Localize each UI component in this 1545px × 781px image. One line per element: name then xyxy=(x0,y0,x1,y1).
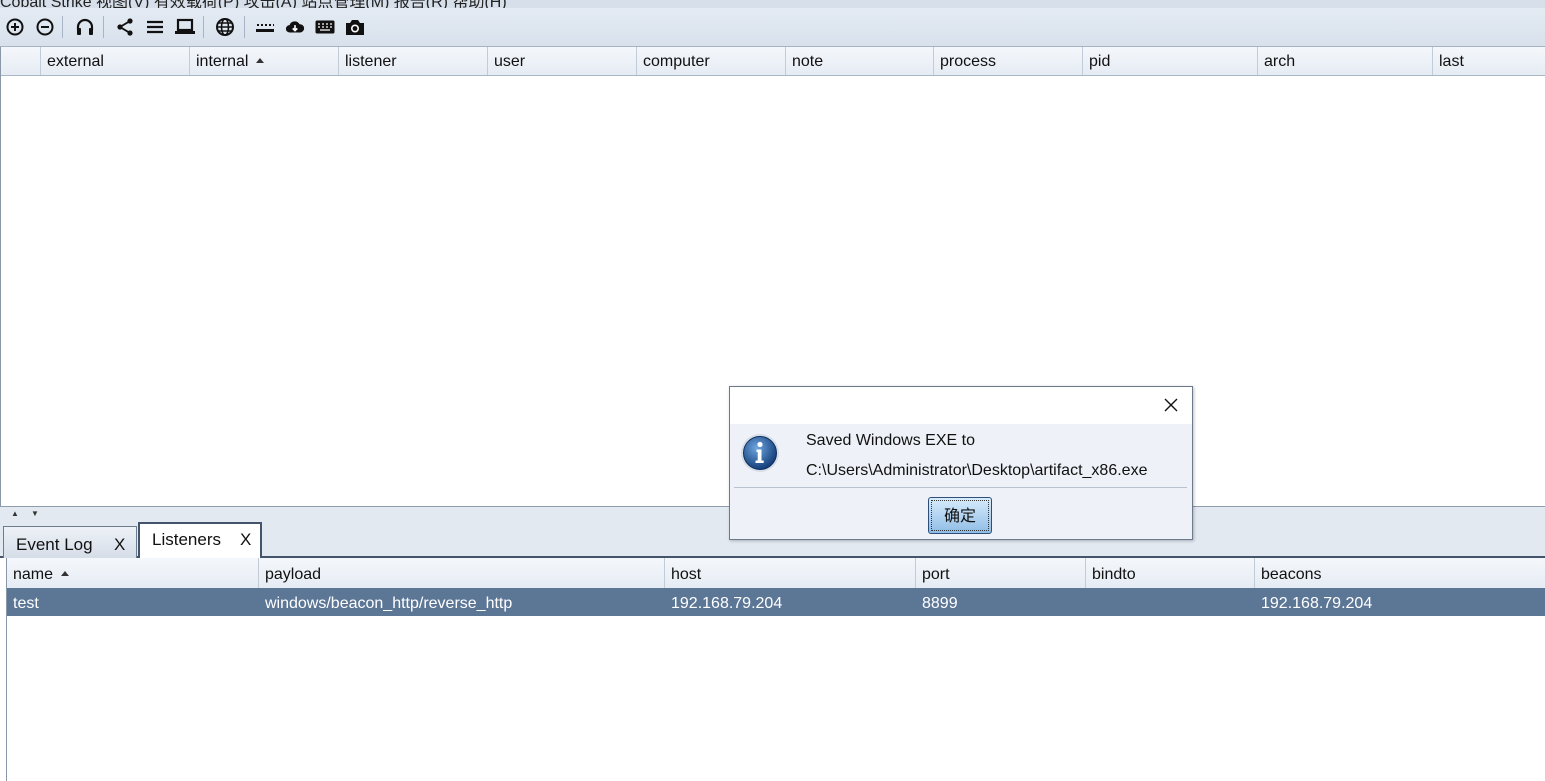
dialog-title-bar[interactable] xyxy=(730,387,1192,424)
plus-circle-icon[interactable] xyxy=(5,17,25,37)
column-header-process[interactable]: process xyxy=(934,47,1083,75)
cell-port: 8899 xyxy=(922,595,958,612)
column-header-label: pid xyxy=(1089,53,1111,70)
globe-icon[interactable] xyxy=(215,17,235,37)
column-header-internal[interactable]: internal xyxy=(190,47,339,75)
column-header-payload[interactable]: payload xyxy=(259,558,665,588)
close-icon[interactable] xyxy=(1162,396,1180,414)
column-header-name[interactable]: name xyxy=(7,558,259,588)
cell-payload: windows/beacon_http/reverse_http xyxy=(265,595,513,612)
column-header-label: user xyxy=(494,53,526,70)
dialog-message-line1: Saved Windows EXE to xyxy=(806,432,975,449)
keyboard-icon[interactable] xyxy=(315,17,335,37)
column-header-last[interactable]: last xyxy=(1433,47,1545,75)
column-header-port[interactable]: port xyxy=(916,558,1086,588)
ok-button[interactable]: 确定 xyxy=(928,497,992,534)
toolbar-separator xyxy=(103,16,104,38)
message-dialog: Saved Windows EXE to C:\Users\Administra… xyxy=(729,386,1193,540)
column-header-bindto[interactable]: bindto xyxy=(1086,558,1255,588)
column-header-note[interactable]: note xyxy=(786,47,934,75)
column-header-label: internal xyxy=(196,53,249,70)
expand-up-arrow-icon[interactable]: ▲ xyxy=(11,509,19,518)
listeners-table[interactable]: name payload host port bindto beacons te… xyxy=(6,558,1545,781)
column-header-pid[interactable]: pid xyxy=(1083,47,1258,75)
column-header-label: port xyxy=(922,566,950,583)
tab-label: Event Log xyxy=(16,535,93,554)
column-header-label: last xyxy=(1439,53,1464,70)
minus-circle-icon[interactable] xyxy=(35,17,55,37)
list-icon[interactable] xyxy=(145,17,165,37)
cell-beacons: 192.168.79.204 xyxy=(1261,595,1373,612)
cell-host: 192.168.79.204 xyxy=(671,595,783,612)
column-header-label: process xyxy=(940,53,997,70)
menu-bar: Cobalt Strike 视图(V) 有效载荷(P) 攻击(A) 站点管理(M… xyxy=(0,0,1545,8)
column-header-external[interactable]: external xyxy=(41,47,190,75)
toolbar xyxy=(0,8,1545,47)
toolbar-separator xyxy=(244,16,245,38)
tab-event-log[interactable]: Event Log X xyxy=(3,526,137,558)
column-header-label: bindto xyxy=(1092,566,1136,583)
sort-ascending-icon xyxy=(61,571,70,576)
toolbar-separator xyxy=(62,16,63,38)
column-header-blank[interactable] xyxy=(1,47,41,75)
column-header-label: arch xyxy=(1264,53,1296,70)
dialog-separator xyxy=(734,487,1187,488)
column-header-listener[interactable]: listener xyxy=(339,47,488,75)
column-header-computer[interactable]: computer xyxy=(637,47,786,75)
column-header-label: computer xyxy=(643,53,710,70)
column-header-label: payload xyxy=(265,566,322,583)
expand-down-arrow-icon[interactable]: ▼ xyxy=(31,509,39,518)
table-row[interactable]: test windows/beacon_http/reverse_http 19… xyxy=(7,588,1545,616)
camera-icon[interactable] xyxy=(345,17,365,37)
headphones-icon[interactable] xyxy=(75,17,95,37)
column-header-host[interactable]: host xyxy=(665,558,916,588)
column-header-arch[interactable]: arch xyxy=(1258,47,1433,75)
keys-icon[interactable] xyxy=(255,17,275,37)
laptop-icon[interactable] xyxy=(175,17,195,37)
sort-ascending-icon xyxy=(256,58,265,63)
share-icon[interactable] xyxy=(115,17,135,37)
sessions-table-header: external internal listener user computer… xyxy=(1,47,1545,76)
column-header-label: beacons xyxy=(1261,566,1322,583)
listeners-table-header: name payload host port bindto beacons xyxy=(7,558,1545,589)
column-header-label: listener xyxy=(345,53,397,70)
tab-listeners[interactable]: Listeners X xyxy=(138,522,262,558)
dialog-message-path: C:\Users\Administrator\Desktop\artifact_… xyxy=(806,462,1148,479)
menu-bar-text[interactable]: Cobalt Strike 视图(V) 有效载荷(P) 攻击(A) 站点管理(M… xyxy=(0,0,507,8)
column-header-user[interactable]: user xyxy=(488,47,637,75)
toolbar-separator xyxy=(203,16,204,38)
info-icon xyxy=(740,433,780,473)
column-header-label: external xyxy=(47,53,104,70)
column-header-beacons[interactable]: beacons xyxy=(1255,558,1545,588)
column-header-label: name xyxy=(13,566,54,583)
column-header-label: note xyxy=(792,53,824,70)
tab-label: Listeners xyxy=(152,530,221,549)
cloud-download-icon[interactable] xyxy=(285,17,305,37)
column-header-label: host xyxy=(671,566,702,583)
tab-close-button[interactable]: X xyxy=(240,524,251,556)
cell-name: test xyxy=(13,595,39,612)
cell-bindto xyxy=(1086,588,1092,616)
